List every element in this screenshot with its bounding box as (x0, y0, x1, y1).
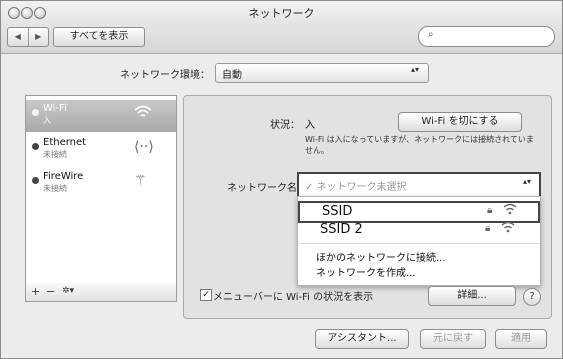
history-nav: ◀ ▶ (7, 27, 49, 47)
back-button[interactable]: ◀ (8, 28, 28, 46)
service-status: 未接続 (43, 184, 67, 193)
wifi-icon (134, 105, 152, 123)
service-list-toolbar: + − ✲▾ (25, 283, 177, 302)
service-item-firewire[interactable]: FireWire 未接続 ⚚ (26, 168, 176, 200)
network-item-ssid-2[interactable]: SSID 2 🔒︎ (298, 221, 536, 239)
show-all-button[interactable]: すべてを表示 (53, 27, 145, 47)
lock-icon: 🔒︎ (485, 223, 491, 234)
join-other-network-item[interactable]: ほかのネットワークに接続... (316, 249, 446, 264)
window-title: ネットワーク (248, 7, 315, 20)
help-button[interactable]: ? (523, 288, 541, 306)
service-name: FireWire (43, 171, 84, 182)
ssid-name: SSID 2 (320, 222, 363, 237)
status-dot-icon (32, 143, 39, 150)
search-input[interactable]: ⌕ (418, 26, 555, 47)
service-name: Ethernet (43, 137, 87, 148)
forward-button[interactable]: ▶ (27, 28, 49, 46)
ethernet-icon: ⟨··⟩ (134, 139, 154, 155)
status-label: 状況： (270, 120, 300, 131)
status-dot-icon (32, 177, 39, 184)
wifi-signal-icon (503, 203, 517, 218)
assistant-button[interactable]: アシスタント... (315, 329, 409, 349)
network-name-label: ネットワーク名 (227, 183, 297, 194)
remove-service-button[interactable]: − (46, 285, 55, 298)
apply-button[interactable]: 適用 (495, 329, 547, 349)
create-network-item[interactable]: ネットワークを作成... (316, 264, 416, 279)
add-service-button[interactable]: + (31, 285, 40, 298)
revert-button[interactable]: 元に戻す (420, 329, 486, 349)
updown-arrows-icon: ▴▾ (522, 177, 531, 186)
network-dropdown-menu: SSID 🔒︎ SSID 2 🔒︎ ほかのネットワークに接続... ネットワーク… (297, 196, 541, 286)
action-menu-button[interactable]: ✲▾ (62, 286, 74, 296)
status-dot-icon (32, 109, 39, 116)
network-name-select[interactable]: ✓ ネットワーク未選択 ▴▾ (297, 172, 541, 198)
network-name-value: ✓ ネットワーク未選択 (305, 182, 407, 193)
service-item-ethernet[interactable]: Ethernet 未接続 ⟨··⟩ (26, 134, 176, 166)
service-status: 未接続 (43, 150, 67, 159)
updown-arrows-icon: ▴▾ (410, 65, 419, 74)
service-name: Wi-Fi (43, 103, 67, 114)
location-label: ネットワーク環境： (120, 70, 210, 81)
firewire-icon: ⚚ (134, 173, 147, 189)
titlebar: ネットワーク ◀ ▶ すべてを表示 ⌕ (1, 1, 562, 54)
wifi-signal-icon (501, 221, 515, 236)
service-status: 入 (43, 116, 51, 125)
service-item-wifi[interactable]: Wi-Fi 入 (26, 100, 176, 132)
status-description: Wi-Fi は入になっていますが、ネットワークには接続されていません。 (305, 135, 534, 155)
status-value: 入 (305, 120, 315, 131)
menu-separator (298, 243, 540, 244)
advanced-button[interactable]: 詳細... (428, 286, 516, 306)
show-in-menubar-checkbox[interactable]: ✓ (200, 289, 212, 301)
wifi-toggle-button[interactable]: Wi-Fi を切にする (398, 112, 522, 132)
ssid-name: SSID (322, 204, 353, 219)
service-list: Wi-Fi 入 Ethernet 未接続 ⟨··⟩ FireWire 未接続 ⚚ (25, 95, 177, 284)
location-select[interactable]: 自動 ▴▾ (215, 63, 429, 83)
location-value: 自動 (222, 70, 242, 81)
search-icon: ⌕ (428, 29, 434, 40)
lock-icon: 🔒︎ (487, 205, 493, 216)
network-item-ssid[interactable]: SSID 🔒︎ (298, 201, 540, 223)
show-in-menubar-label: メニューバーに Wi-Fi の状況を表示 (213, 292, 374, 303)
